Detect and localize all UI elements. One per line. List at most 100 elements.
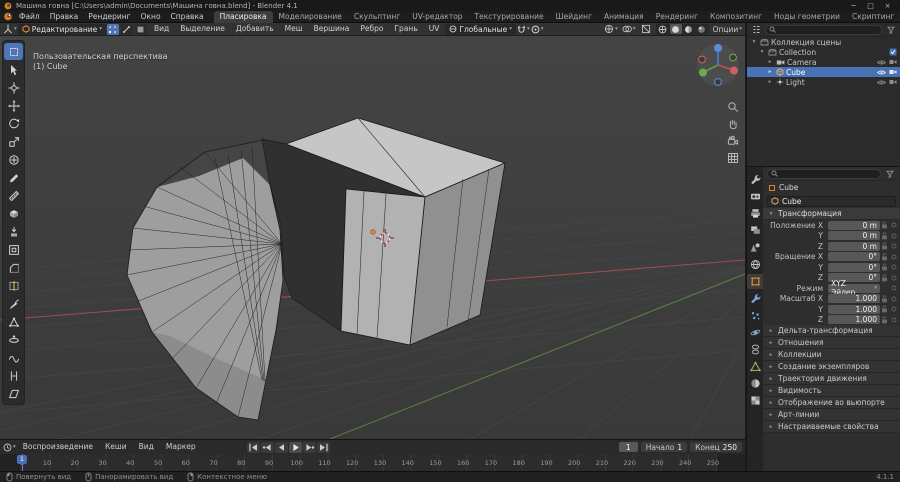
tab-view-layer[interactable]	[747, 223, 763, 238]
outliner-search-input[interactable]	[765, 24, 882, 35]
lock-icon[interactable]	[880, 253, 889, 261]
editor-type-icon[interactable]: ▾	[3, 24, 17, 35]
exclude-checkbox-icon[interactable]	[889, 48, 897, 56]
menu-edit[interactable]: Правка	[45, 11, 84, 23]
tab-world[interactable]	[747, 257, 763, 272]
shading-rendered-button[interactable]	[696, 24, 708, 34]
filter-funnel-icon[interactable]	[885, 24, 897, 35]
scale-x-field[interactable]: 1.000	[828, 294, 880, 304]
animate-dot-icon[interactable]	[889, 254, 898, 260]
lock-icon[interactable]	[880, 242, 889, 250]
disclosure-triangle-icon[interactable]: ▸	[766, 79, 774, 85]
show-overlays-icon[interactable]: ▾	[622, 24, 636, 35]
menu-face[interactable]: Грань	[389, 23, 422, 35]
workspace-tab-scripting[interactable]: Скриптинг	[846, 11, 900, 23]
workspace-tab-shading[interactable]: Шейдинг	[550, 11, 598, 23]
rotation-y-field[interactable]: 0°	[828, 262, 880, 272]
workspace-tab-animation[interactable]: Анимация	[598, 11, 650, 23]
filter-funnel-icon[interactable]	[884, 168, 896, 179]
tool-tweak-button[interactable]	[4, 61, 23, 78]
transform-panel-header[interactable]: ▾ Трансформация	[763, 208, 900, 220]
next-keyframe-button[interactable]	[302, 441, 316, 453]
lock-icon[interactable]	[880, 221, 889, 229]
tool-loop-cut-button[interactable]	[4, 277, 23, 294]
maximize-button[interactable]: □	[862, 0, 879, 11]
section-viewport-display[interactable]: ▸ Отображение во вьюпорте	[763, 397, 900, 409]
tool-bevel-button[interactable]	[4, 259, 23, 276]
pan-view-hand-icon[interactable]	[726, 117, 740, 131]
blender-logo-icon[interactable]	[2, 11, 14, 22]
section-motion-paths[interactable]: ▸ Траектория движения	[763, 373, 900, 385]
workspace-tab-uv[interactable]: UV-редактор	[406, 11, 468, 23]
render-visibility-camera-icon[interactable]	[889, 69, 897, 75]
workspace-tab-compositing[interactable]: Композитинг	[704, 11, 768, 23]
menu-mesh[interactable]: Меш	[280, 23, 308, 35]
rotation-x-field[interactable]: 0°	[828, 252, 880, 262]
minimize-button[interactable]: ─	[845, 0, 862, 11]
section-delta-transform[interactable]: ▸ Дельта-трансформация	[763, 325, 900, 337]
close-button[interactable]: ×	[879, 0, 896, 11]
location-z-field[interactable]: 0 m	[828, 241, 880, 251]
shading-solid-button[interactable]	[669, 24, 682, 34]
menu-timeline-view[interactable]: Вид	[134, 441, 159, 453]
xray-toggle-icon[interactable]	[640, 24, 652, 35]
menu-render[interactable]: Рендеринг	[83, 11, 135, 23]
transform-orientation-dropdown[interactable]: Глобальные ▾	[445, 23, 516, 35]
lock-icon[interactable]	[880, 263, 889, 271]
tool-shear-button[interactable]	[4, 385, 23, 402]
workspace-tab-rendering[interactable]: Рендеринг	[650, 11, 704, 23]
workspace-tab-layout[interactable]: Пласировка	[213, 10, 273, 23]
tab-output[interactable]	[747, 206, 763, 221]
tool-rotate-button[interactable]	[4, 115, 23, 132]
tab-render[interactable]	[747, 189, 763, 204]
play-button[interactable]	[288, 441, 302, 453]
outliner-row-collection[interactable]: ▾ Collection	[747, 47, 900, 57]
eye-icon[interactable]	[877, 69, 886, 76]
outliner-row-light[interactable]: ▸ Light	[747, 77, 900, 87]
shading-material-button[interactable]	[683, 24, 695, 34]
options-dropdown[interactable]: Опции ▾	[713, 24, 742, 35]
disclosure-triangle-icon[interactable]: ▸	[766, 59, 774, 65]
tool-3d-cursor-button[interactable]	[4, 79, 23, 96]
timeline-editor-icon[interactable]: ▾	[3, 442, 16, 453]
tool-smooth-button[interactable]	[4, 349, 23, 366]
animate-dot-icon[interactable]	[889, 243, 898, 249]
animate-dot-icon[interactable]	[889, 233, 898, 239]
shading-wireframe-button[interactable]	[657, 24, 669, 34]
section-visibility[interactable]: ▸ Видимость	[763, 385, 900, 397]
lock-icon[interactable]	[880, 305, 889, 313]
eye-icon[interactable]	[877, 59, 886, 66]
tab-scene[interactable]	[747, 240, 763, 255]
render-visibility-camera-icon[interactable]	[889, 79, 897, 85]
tool-extrude-button[interactable]	[4, 223, 23, 240]
menu-view[interactable]: Вид	[149, 23, 174, 35]
breadcrumb-object-name[interactable]: Cube	[779, 183, 798, 192]
tool-add-cube-button[interactable]	[4, 205, 23, 222]
tab-object[interactable]	[747, 274, 763, 289]
tool-measure-button[interactable]	[4, 187, 23, 204]
tool-annotate-button[interactable]	[4, 169, 23, 186]
menu-uv[interactable]: UV	[424, 23, 445, 35]
mode-dropdown[interactable]: Редактирование ▾	[17, 23, 106, 35]
menu-playback[interactable]: Воспроизведение	[18, 441, 98, 453]
section-relations[interactable]: ▸ Отношения	[763, 337, 900, 349]
end-frame-field[interactable]: Конец 250	[690, 442, 742, 452]
navigation-gizmo[interactable]	[695, 42, 741, 88]
section-line-art[interactable]: ▸ Арт-линии	[763, 409, 900, 421]
jump-to-end-button[interactable]	[316, 441, 330, 453]
animate-dot-icon[interactable]	[889, 264, 898, 270]
workspace-tab-texture-paint[interactable]: Текстурирование	[469, 11, 550, 23]
object-name-field[interactable]: Cube	[767, 195, 896, 207]
rotation-mode-dropdown[interactable]: XYZ Эйлер ▾	[828, 279, 880, 297]
prev-keyframe-button[interactable]	[260, 441, 274, 453]
tab-modifiers[interactable]	[747, 291, 763, 306]
play-reverse-button[interactable]	[274, 441, 288, 453]
tab-constraints[interactable]	[747, 342, 763, 357]
workspace-tab-sculpting[interactable]: Скульптинг	[348, 11, 406, 23]
lock-icon[interactable]	[880, 316, 889, 324]
lock-icon[interactable]	[880, 232, 889, 240]
timeline-ruler[interactable]: 1102030405060708090100110120130140150160…	[0, 454, 745, 472]
camera-view-icon[interactable]	[726, 134, 740, 148]
outliner-editor-icon[interactable]	[750, 24, 762, 35]
menu-marker[interactable]: Маркер	[161, 441, 201, 453]
